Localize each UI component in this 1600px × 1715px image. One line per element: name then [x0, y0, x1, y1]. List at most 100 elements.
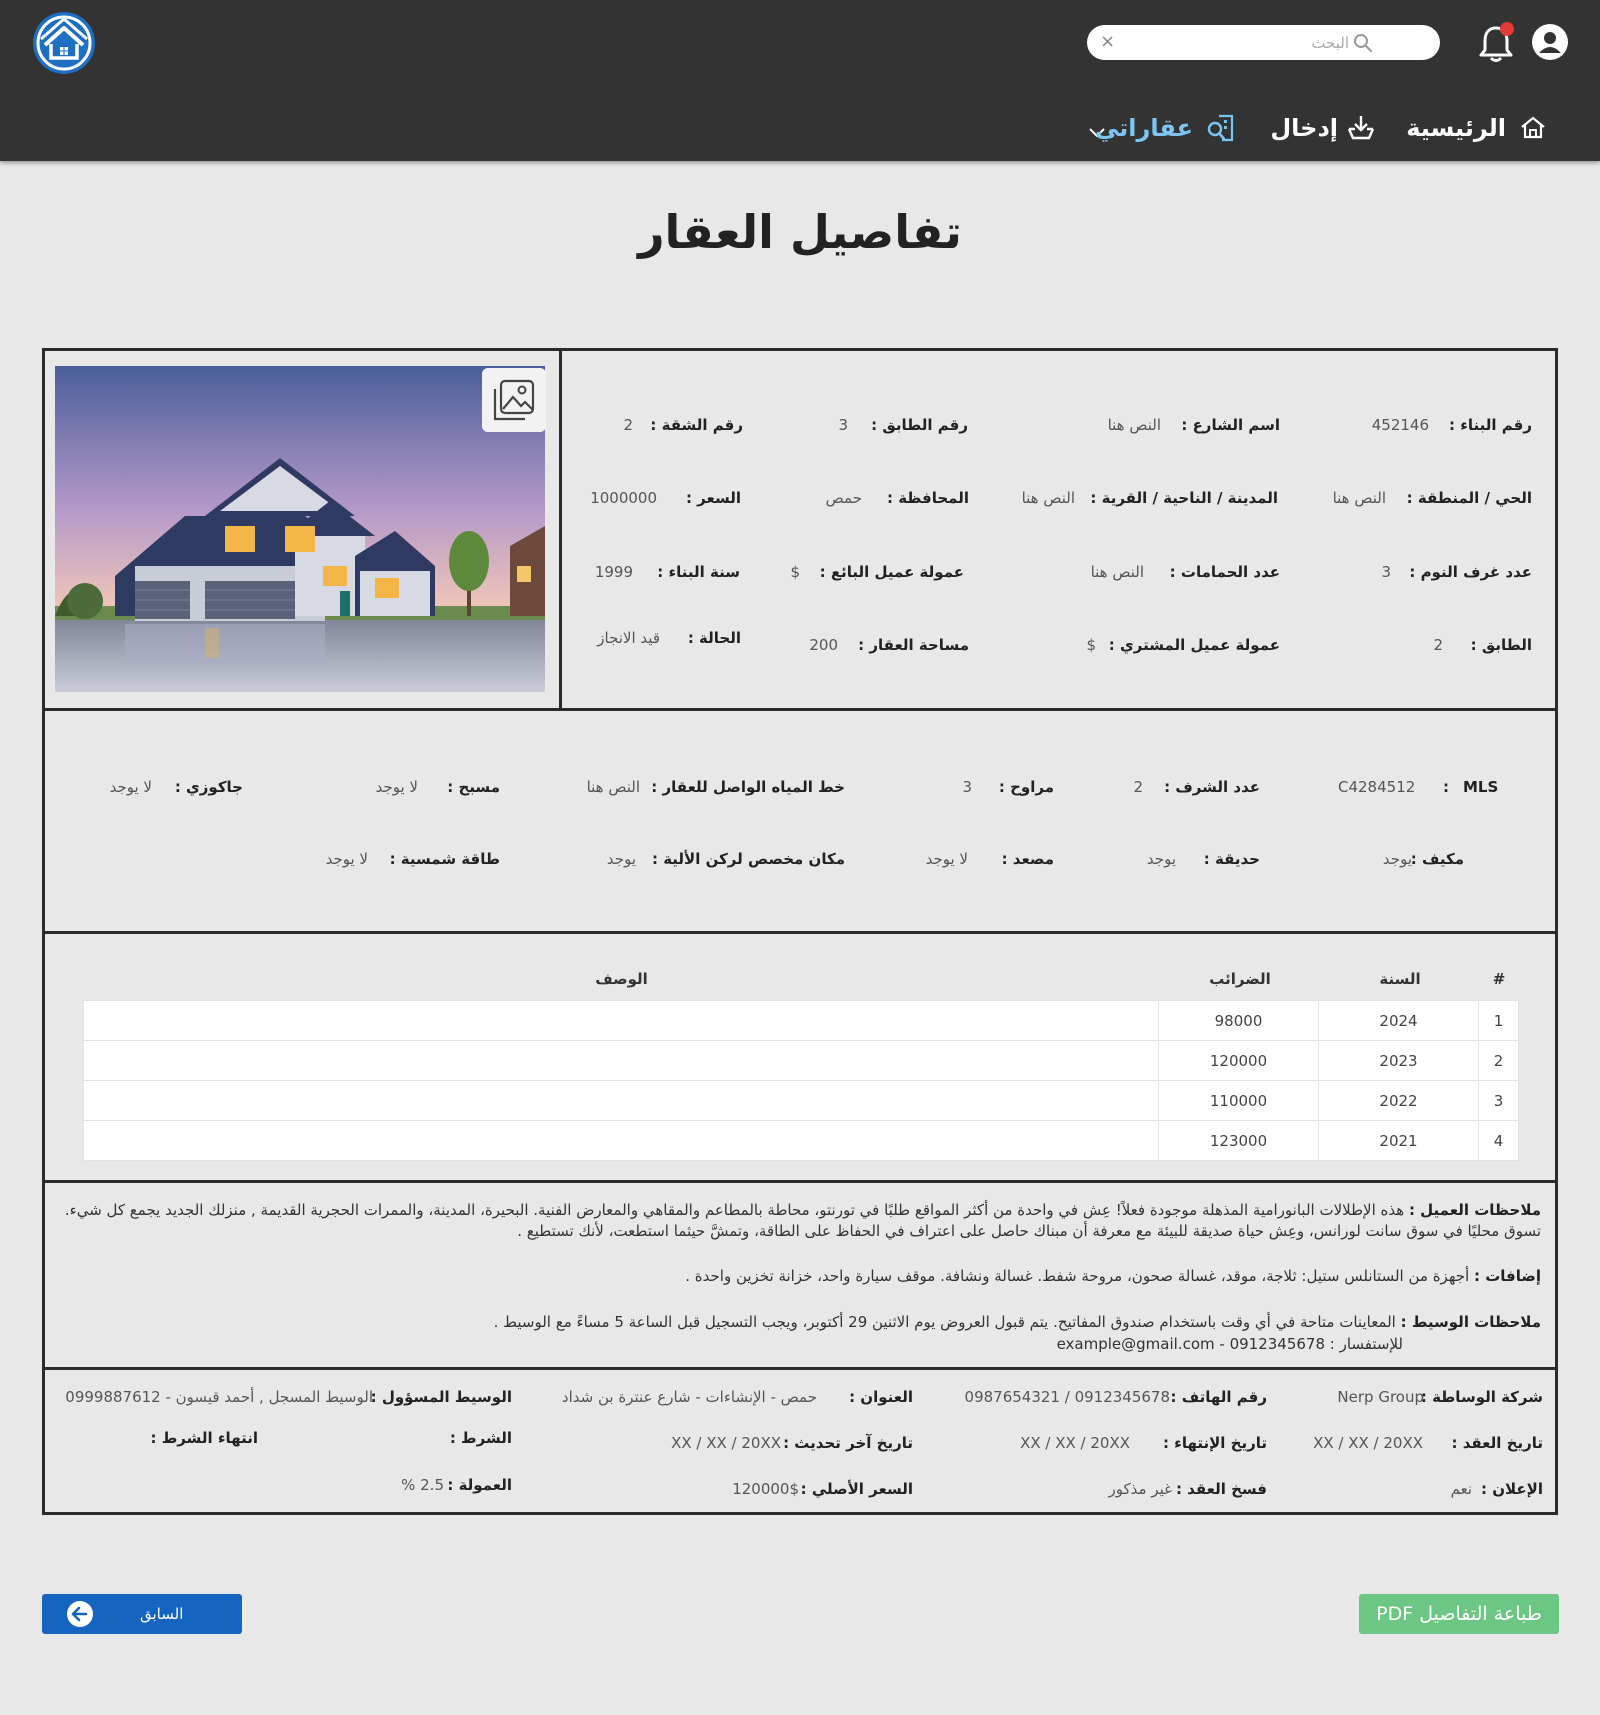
governorate-value: حمص [825, 489, 862, 507]
seller-commission-value: $ [790, 563, 800, 581]
agency-value: Nerp Group [1337, 1388, 1424, 1406]
water-line-value: النص هنا [586, 778, 640, 796]
tax-desc-cell [83, 1120, 1159, 1161]
tax-year-cell: 2024 [1318, 1000, 1479, 1041]
property-photo[interactable] [55, 366, 545, 692]
last-update-value: XX / XX / 20XX [671, 1434, 781, 1452]
jacuzzi-label: جاكوزي : [174, 778, 243, 796]
tax-amount-cell: 120000 [1158, 1040, 1319, 1081]
apartment-no-value: 2 [623, 416, 633, 434]
print-pdf-button[interactable]: طباعة التفاصيل PDF [1359, 1594, 1559, 1634]
tax-num-cell: 2 [1478, 1040, 1519, 1081]
water-line-label: خط المياه الواصل للعقار : [651, 778, 845, 796]
apartment-no-label: رقم الشقة : [650, 416, 743, 434]
download-tray-icon [1346, 113, 1376, 143]
phone-label: رقم الهاتف : [1170, 1388, 1267, 1406]
nav-home[interactable]: الرئيسية [1406, 108, 1546, 148]
agent-label: الوسيط المسؤول : [370, 1388, 512, 1406]
status-value: قيد الانجاز [597, 629, 660, 647]
extras-label: إضافات : [1473, 1267, 1541, 1285]
search-icon[interactable] [1353, 33, 1373, 53]
buyer-commission-value: $ [1086, 636, 1096, 654]
parking-label: مكان مخصص لركن الألية : [651, 850, 845, 868]
elevator-label: مصعد : [1001, 850, 1054, 868]
clear-search-icon[interactable]: × [1100, 30, 1115, 54]
client-notes-text: هذه الإطلالات البانورامية المذهلة موجودة… [64, 1201, 1541, 1240]
building-no-value: 452146 [1371, 416, 1429, 434]
features-panel [42, 708, 1558, 934]
ad-value: نعم [1450, 1480, 1472, 1498]
nav-entry-label: إدخال [1270, 114, 1338, 142]
balconies-label: عدد الشرف : [1164, 778, 1260, 796]
tax-amount-cell: 123000 [1158, 1120, 1319, 1161]
user-circle-icon[interactable] [1531, 23, 1569, 61]
client-notes: ملاحظات العميل : هذه الإطلالات البانورام… [61, 1200, 1541, 1242]
tax-num-cell: 4 [1478, 1120, 1519, 1161]
table-row: 4 2021 123000 [83, 1120, 1519, 1161]
bathrooms-value: النص هنا [1090, 563, 1144, 581]
street-name-label: اسم الشارع : [1181, 416, 1280, 434]
end-date-label: تاريخ الإنتهاء : [1162, 1434, 1267, 1452]
tax-col-year: السنة [1379, 970, 1421, 988]
broker-inquiry: للإستفسار : 0912345678 - example@gmail.c… [1056, 1335, 1403, 1353]
page-title: تفاصيل العقار [638, 205, 962, 259]
pool-value: لا يوجد [375, 778, 418, 796]
ac-value: يوجد [1382, 850, 1412, 868]
nav-my-properties-label: عقاراتي [1094, 114, 1193, 142]
area-label: مساحة العقار : [858, 636, 969, 654]
table-row: 2 2023 120000 [83, 1040, 1519, 1081]
address-value: حمص - الإنشاءات - شارع عنترة بن شداد [561, 1388, 817, 1406]
original-price-value: 120000$ [732, 1480, 799, 1498]
ac-label: مكيف : [1410, 850, 1464, 868]
tax-amount-cell: 98000 [1158, 1000, 1319, 1041]
fans-label: مراوح : [998, 778, 1054, 796]
end-date-value: XX / XX / 20XX [1020, 1434, 1130, 1452]
governorate-label: المحافظة : [886, 489, 969, 507]
tax-table: 1 2024 98000 2 2023 120000 3 2022 110000… [83, 1000, 1519, 1161]
search-input[interactable] [1127, 29, 1349, 56]
bedrooms-value: 3 [1381, 563, 1391, 581]
price-label: السعر : [685, 489, 741, 507]
property-info-panel [559, 348, 1558, 711]
build-year-label: سنة البناء : [657, 563, 740, 581]
contract-date-value: XX / XX / 20XX [1313, 1434, 1423, 1452]
mls-value: C4284512 [1338, 778, 1416, 796]
tax-amount-cell: 110000 [1158, 1080, 1319, 1121]
street-name-value: النص هنا [1107, 416, 1161, 434]
commission-label: العمولة : [447, 1476, 512, 1494]
floor-label: الطابق : [1470, 636, 1532, 654]
garden-label: حديقة : [1203, 850, 1260, 868]
pool-label: مسبح : [447, 778, 500, 796]
condition-label: الشرط : [449, 1429, 512, 1447]
mls-separator: : [1443, 778, 1449, 796]
client-notes-label: ملاحظات العميل : [1408, 1201, 1541, 1219]
table-row: 3 2022 110000 [83, 1080, 1519, 1121]
address-label: العنوان : [849, 1388, 913, 1406]
arrow-left-circle-icon [66, 1600, 94, 1628]
previous-button-label: السابق [140, 1605, 184, 1623]
district-label: الحي / المنطقة : [1406, 489, 1532, 507]
jacuzzi-value: لا يوجد [109, 778, 152, 796]
gallery-button[interactable] [482, 368, 546, 432]
search-bar: × [1087, 25, 1440, 60]
floor-value: 2 [1433, 636, 1443, 654]
last-update-label: تاريخ آخر تحديث : [783, 1434, 913, 1452]
broker-notes-label: ملاحظات الوسيط : [1400, 1313, 1541, 1331]
nav-home-label: الرئيسية [1406, 114, 1506, 142]
floor-no-label: رقم الطابق : [871, 416, 968, 434]
extras-notes: إضافات : أجهزة من الستانلس ستيل: ثلاجة، … [61, 1266, 1541, 1287]
fans-value: 3 [962, 778, 972, 796]
cancel-label: فسخ العقد : [1175, 1480, 1267, 1498]
bell-icon[interactable] [1476, 22, 1516, 64]
previous-button[interactable]: السابق [42, 1594, 242, 1634]
notification-dot [1500, 22, 1514, 36]
tax-col-num: # [1492, 970, 1506, 988]
tax-num-cell: 1 [1478, 1000, 1519, 1041]
building-no-label: رقم البناء : [1449, 416, 1532, 434]
house-logo-icon[interactable] [32, 11, 96, 75]
bathrooms-label: عدد الحمامات : [1169, 563, 1280, 581]
solar-value: لا يوجد [325, 850, 368, 868]
nav-my-properties[interactable]: عقاراتي [1085, 108, 1235, 148]
extras-text: أجهزة من الستانلس ستيل: ثلاجة، موقد، غسا… [685, 1267, 1470, 1285]
nav-entry[interactable]: إدخال [1268, 108, 1378, 148]
